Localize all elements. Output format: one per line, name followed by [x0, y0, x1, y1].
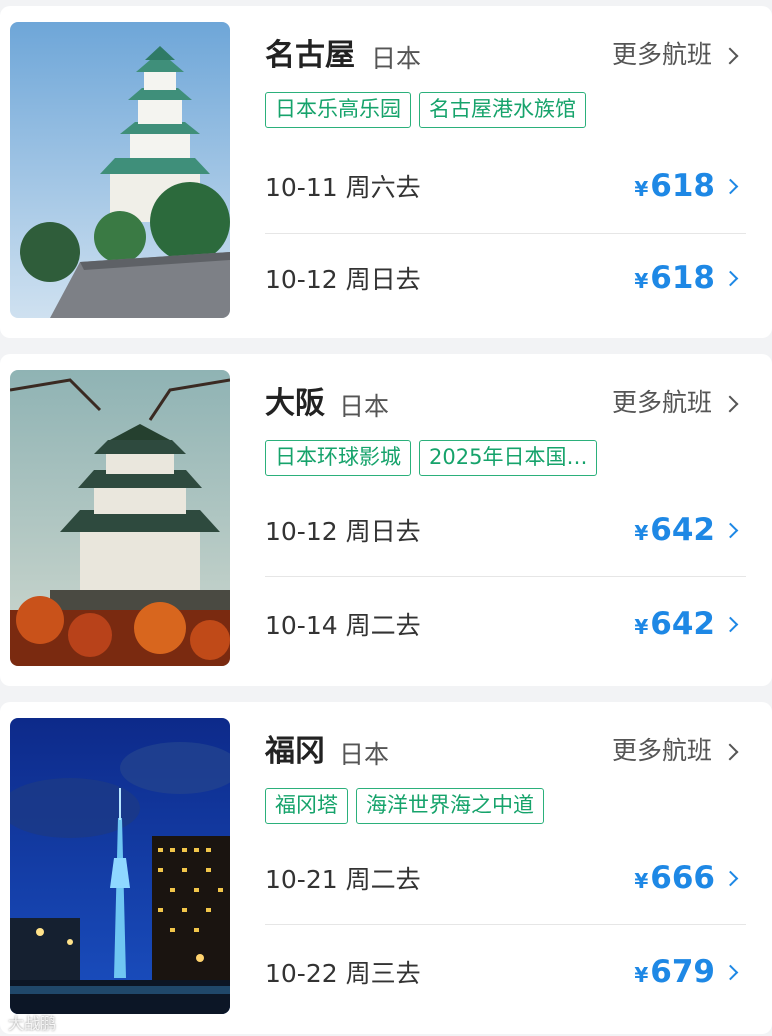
more-flights-label: 更多航班	[611, 736, 712, 765]
osaka-castle-image[interactable]	[10, 370, 230, 666]
flight-date: 10-14 周二去	[265, 611, 421, 640]
flight-price-group: ¥ 618	[634, 168, 746, 204]
city-name: 福冈	[265, 734, 325, 769]
flight-row[interactable]: 10-14 周二去 ¥ 642	[265, 578, 746, 670]
destination-card-nagoya[interactable]: 名古屋 日本 更多航班 日本乐高乐园 名古屋港水族馆 10-11 周六去 ¥ 6…	[0, 6, 772, 338]
flight-row[interactable]: 10-22 周三去 ¥ 679	[265, 926, 746, 1018]
more-flights-button[interactable]: 更多航班	[611, 38, 739, 72]
flight-price-group: ¥ 679	[634, 954, 746, 990]
attraction-tag[interactable]: 福冈塔	[265, 788, 348, 824]
destination-card-osaka[interactable]: 大阪 日本 更多航班 日本环球影城 2025年日本国… 10-12 周日去 ¥ …	[0, 354, 772, 686]
chevron-right-icon	[722, 178, 739, 194]
flight-price: 666	[650, 860, 715, 896]
attraction-tags: 日本乐高乐园 名古屋港水族馆	[265, 92, 586, 128]
flight-price: 618	[650, 260, 715, 296]
chevron-right-icon	[722, 964, 739, 980]
watermark: 大战鹏	[8, 1014, 57, 1033]
more-flights-button[interactable]: 更多航班	[611, 734, 739, 768]
flight-date: 10-11 周六去	[265, 173, 421, 202]
chevron-right-icon	[722, 270, 739, 286]
flight-date: 10-21 周二去	[265, 865, 421, 894]
city-name: 大阪	[265, 386, 325, 421]
destination-card-fukuoka[interactable]: 福冈 日本 更多航班 福冈塔 海洋世界海之中道 10-21 周二去 ¥ 666	[0, 702, 772, 1034]
chevron-right-icon	[721, 743, 739, 761]
country-name: 日本	[371, 44, 422, 73]
nagoya-castle-image[interactable]	[10, 22, 230, 318]
country-name: 日本	[339, 740, 390, 769]
flight-row[interactable]: 10-12 周日去 ¥ 642	[265, 484, 746, 576]
chevron-right-icon	[721, 47, 739, 65]
flight-row[interactable]: 10-21 周二去 ¥ 666	[265, 832, 746, 924]
flight-price: 642	[650, 512, 715, 548]
country-name: 日本	[339, 392, 390, 421]
flight-date: 10-22 周三去	[265, 959, 421, 988]
nagoya-castle-illustration	[10, 22, 230, 318]
flight-row[interactable]: 10-11 周六去 ¥ 618	[265, 140, 746, 232]
fukuoka-tower-illustration	[10, 718, 230, 1014]
chevron-right-icon	[722, 616, 739, 632]
attraction-tag[interactable]: 日本环球影城	[265, 440, 411, 476]
attraction-tag[interactable]: 2025年日本国…	[419, 440, 598, 476]
destination-info: 福冈 日本 更多航班 福冈塔 海洋世界海之中道 10-21 周二去 ¥ 666	[265, 702, 746, 1034]
attraction-tags: 福冈塔 海洋世界海之中道	[265, 788, 544, 824]
flight-price: 618	[650, 168, 715, 204]
more-flights-button[interactable]: 更多航班	[611, 386, 739, 420]
currency-symbol: ¥	[634, 615, 649, 639]
flight-row[interactable]: 10-12 周日去 ¥ 618	[265, 232, 746, 324]
currency-symbol: ¥	[634, 869, 649, 893]
more-flights-label: 更多航班	[611, 40, 712, 69]
chevron-right-icon	[722, 522, 739, 538]
attraction-tag[interactable]: 海洋世界海之中道	[356, 788, 544, 824]
chevron-right-icon	[722, 870, 739, 886]
currency-symbol: ¥	[634, 963, 649, 987]
flight-price-group: ¥ 642	[634, 512, 746, 548]
attraction-tag[interactable]: 名古屋港水族馆	[419, 92, 586, 128]
flight-price-group: ¥ 642	[634, 606, 746, 642]
attraction-tag[interactable]: 日本乐高乐园	[265, 92, 411, 128]
flight-price-group: ¥ 666	[634, 860, 746, 896]
row-divider	[265, 924, 746, 925]
destination-info: 大阪 日本 更多航班 日本环球影城 2025年日本国… 10-12 周日去 ¥ …	[265, 354, 746, 686]
flight-price: 679	[650, 954, 715, 990]
flight-price: 642	[650, 606, 715, 642]
city-name: 名古屋	[265, 38, 355, 73]
currency-symbol: ¥	[634, 521, 649, 545]
flight-price-group: ¥ 618	[634, 260, 746, 296]
chevron-right-icon	[721, 395, 739, 413]
fukuoka-tower-image[interactable]	[10, 718, 230, 1014]
attraction-tags: 日本环球影城 2025年日本国…	[265, 440, 598, 476]
flight-date: 10-12 周日去	[265, 517, 421, 546]
more-flights-label: 更多航班	[611, 388, 712, 417]
flight-date: 10-12 周日去	[265, 265, 421, 294]
currency-symbol: ¥	[634, 177, 649, 201]
row-divider	[265, 576, 746, 577]
currency-symbol: ¥	[634, 269, 649, 293]
destination-info: 名古屋 日本 更多航班 日本乐高乐园 名古屋港水族馆 10-11 周六去 ¥ 6…	[265, 6, 746, 338]
osaka-castle-illustration	[10, 370, 230, 666]
